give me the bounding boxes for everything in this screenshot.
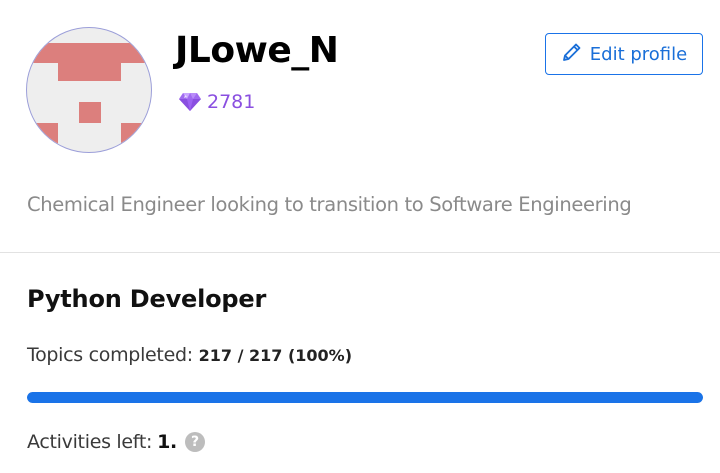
avatar-pixel: [79, 102, 101, 123]
gems-balance: 2781: [178, 88, 255, 116]
avatar-pixel: [121, 123, 151, 152]
avatar-pixel: [27, 123, 58, 152]
pencil-icon: [561, 41, 590, 68]
profile-bio: Chemical Engineer looking to transition …: [27, 193, 632, 216]
track-title: Python Developer: [27, 285, 267, 313]
divider: [0, 252, 720, 253]
gem-icon: [178, 92, 202, 112]
activities-value: 1.: [157, 431, 177, 453]
progress-fill: [27, 392, 703, 403]
avatar-pixel: [27, 43, 151, 63]
edit-profile-button[interactable]: Edit profile: [545, 33, 703, 75]
profile-page: JLowe_N 2781 Edit profile Chemical Engin…: [0, 0, 720, 473]
username: JLowe_N: [175, 30, 339, 71]
topics-value: 217 / 217 (100%): [198, 346, 352, 365]
edit-profile-label: Edit profile: [589, 43, 688, 65]
avatar[interactable]: [26, 27, 152, 153]
topics-label: Topics completed:: [27, 344, 193, 366]
gems-count: 2781: [207, 91, 256, 113]
topics-completed: Topics completed: 217 / 217 (100%): [27, 341, 352, 370]
progress-bar: [27, 392, 703, 403]
help-icon[interactable]: ?: [184, 432, 205, 452]
avatar-pixel: [58, 63, 121, 81]
activities-left: Activities left: 1. ?: [27, 428, 205, 456]
activities-label: Activities left:: [27, 431, 153, 453]
